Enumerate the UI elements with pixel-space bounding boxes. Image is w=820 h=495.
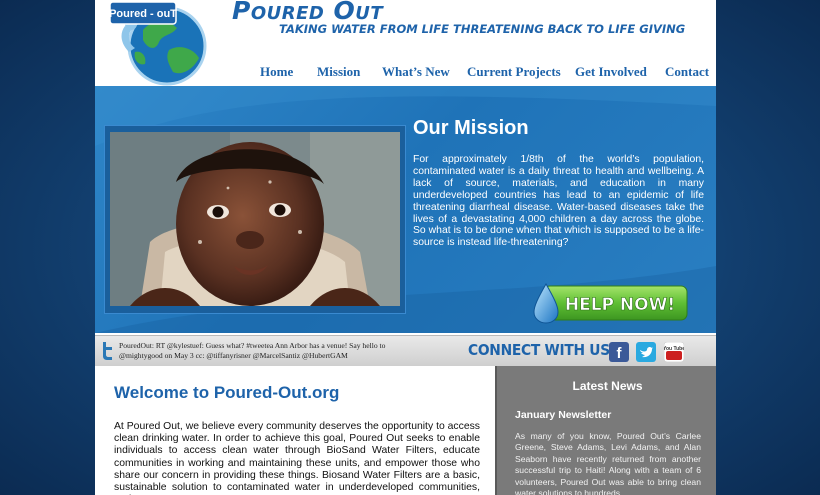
news-item-title[interactable]: January Newsletter bbox=[515, 409, 611, 421]
nav-whats-new[interactable]: What’s New bbox=[382, 64, 450, 80]
news-item-text: As many of you know, Poured Out’s Carlee… bbox=[515, 431, 701, 495]
mission-text: For approximately 1/8th of the world’s p… bbox=[413, 154, 704, 249]
twitter-t-icon bbox=[103, 342, 112, 360]
nav-current-projects[interactable]: Current Projects bbox=[467, 64, 561, 80]
twitter-icon[interactable] bbox=[636, 342, 656, 362]
help-now-button[interactable]: HELP NOW! bbox=[532, 282, 689, 324]
latest-tweet: PouredOut: RT @kylestuef: Guess what? #t… bbox=[119, 341, 386, 360]
svg-text:You Tube: You Tube bbox=[664, 346, 684, 352]
page-container: Poured - ouT Poured Out TAKING WATER FRO… bbox=[95, 0, 716, 495]
latest-news-title: Latest News bbox=[572, 379, 643, 393]
tagline: TAKING WATER FROM LIFE THREATENING BACK … bbox=[279, 22, 686, 36]
child-photo bbox=[110, 132, 400, 306]
nav-mission[interactable]: Mission bbox=[317, 64, 360, 80]
connect-label: CONNECT WITH US: bbox=[468, 341, 616, 359]
welcome-section: Welcome to Poured-Out.org At Poured Out,… bbox=[95, 366, 495, 495]
nav-get-involved[interactable]: Get Involved bbox=[575, 64, 647, 80]
latest-news-panel: Latest News January Newsletter As many o… bbox=[495, 366, 716, 495]
logo-text: Poured - ouT bbox=[109, 8, 177, 20]
facebook-icon[interactable]: f bbox=[609, 342, 629, 362]
nav-home[interactable]: Home bbox=[260, 64, 293, 80]
welcome-text: At Poured Out, we believe every communit… bbox=[114, 421, 480, 495]
youtube-icon[interactable]: You Tube bbox=[664, 342, 684, 362]
nav-contact[interactable]: Contact bbox=[665, 64, 709, 80]
site-header: Poured - ouT Poured Out TAKING WATER FRO… bbox=[95, 0, 716, 86]
mission-title: Our Mission bbox=[413, 117, 529, 139]
connect-bar: PouredOut: RT @kylestuef: Guess what? #t… bbox=[95, 335, 716, 367]
welcome-title: Welcome to Poured-Out.org bbox=[114, 383, 340, 402]
help-now-label: HELP NOW! bbox=[565, 295, 675, 315]
mission-hero: Our Mission For approximately 1/8th of t… bbox=[95, 86, 716, 333]
main-nav: Home Mission What’s New Current Projects… bbox=[95, 64, 716, 82]
